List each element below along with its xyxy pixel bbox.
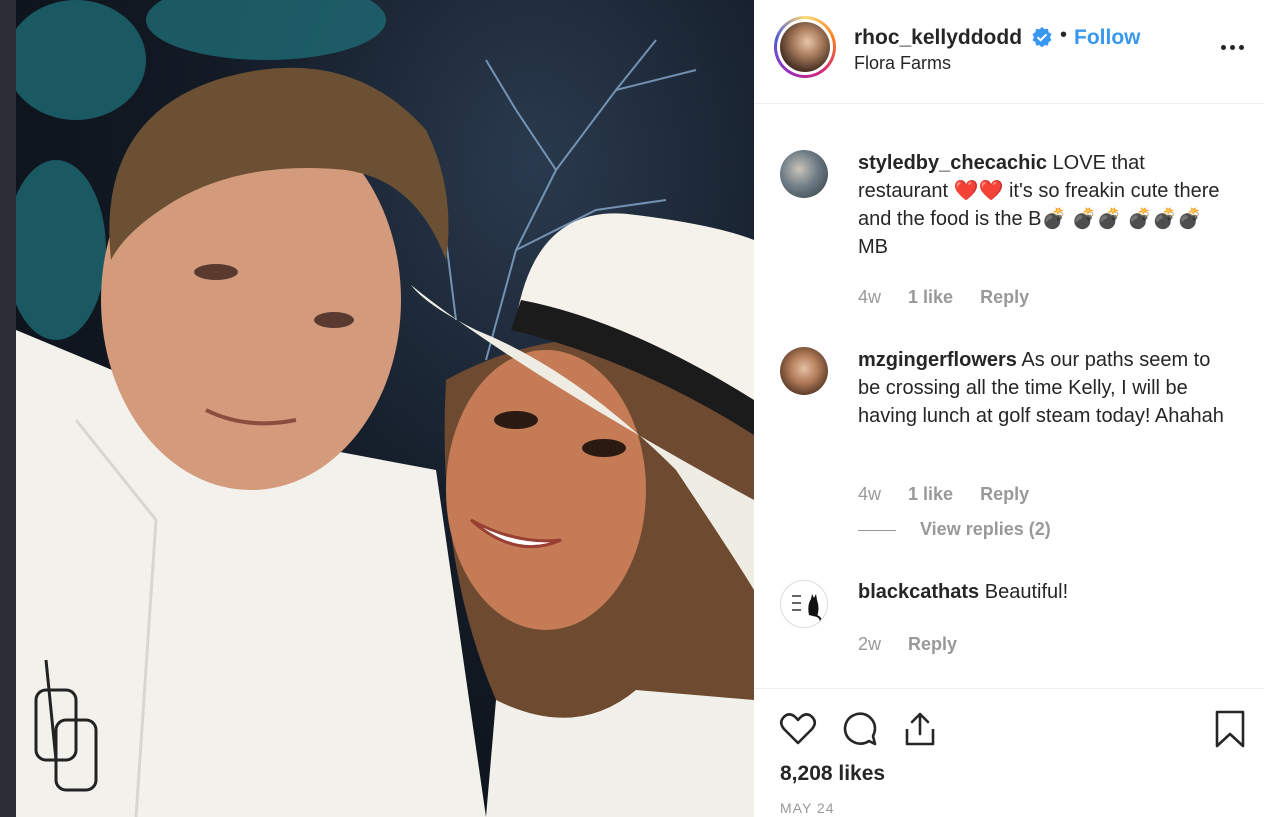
reply-button[interactable]: Reply — [908, 634, 957, 654]
comment-likes[interactable]: 1 like — [908, 287, 953, 307]
black-cat-logo-icon — [792, 594, 822, 625]
post-photo[interactable] — [16, 0, 754, 817]
commenter-avatar[interactable] — [780, 150, 828, 198]
post-date[interactable]: MAY 24 — [780, 800, 835, 816]
share-icon[interactable] — [900, 709, 940, 749]
comment-meta: 2w Reply — [858, 634, 979, 655]
view-replies-button[interactable]: View replies (2) — [858, 519, 1051, 540]
comments-list[interactable]: styledby_checachic LOVE that restaurant … — [754, 104, 1264, 688]
comment-meta: 4w 1 like Reply — [858, 484, 1051, 505]
comment-text: styledby_checachic LOVE that restaurant … — [858, 149, 1230, 261]
post-side-panel: rhoc_kellyddodd • Follow Flora Farms sty… — [754, 0, 1264, 817]
comment-username[interactable]: blackcathats — [858, 581, 979, 603]
likes-count[interactable]: 8,208 likes — [780, 762, 885, 786]
comment-age[interactable]: 4w — [858, 484, 881, 504]
author-avatar[interactable] — [774, 16, 836, 78]
follow-button[interactable]: Follow — [1074, 26, 1141, 50]
comment-age[interactable]: 2w — [858, 634, 881, 654]
comment-text: mzgingerflowers As our paths seem to be … — [858, 346, 1230, 430]
reply-button[interactable]: Reply — [980, 484, 1029, 504]
commenter-avatar[interactable] — [780, 347, 828, 395]
comment-age[interactable]: 4w — [858, 287, 881, 307]
post-photo-illustration — [16, 0, 754, 817]
comment-text: blackcathats Beautiful! — [858, 578, 1230, 606]
commenter-avatar[interactable] — [780, 580, 828, 628]
replies-divider — [858, 529, 896, 531]
comment-icon[interactable] — [840, 709, 880, 749]
reply-button[interactable]: Reply — [980, 287, 1029, 307]
left-gutter — [0, 0, 16, 817]
heart-icon[interactable] — [778, 709, 818, 749]
author-username[interactable]: rhoc_kellyddodd — [854, 26, 1022, 50]
comment-likes[interactable]: 1 like — [908, 484, 953, 504]
post-actions: 8,208 likes MAY 24 — [754, 688, 1264, 817]
comment-body: Beautiful! — [984, 581, 1069, 603]
post-header: rhoc_kellyddodd • Follow Flora Farms — [754, 0, 1264, 104]
right-edge — [1264, 0, 1280, 817]
separator-dot: • — [1060, 24, 1068, 46]
view-replies-label: View replies (2) — [920, 519, 1051, 539]
post-location[interactable]: Flora Farms — [854, 53, 951, 74]
bookmark-icon[interactable] — [1210, 709, 1250, 749]
comment-meta: 4w 1 like Reply — [858, 287, 1051, 308]
more-icon[interactable] — [1219, 34, 1247, 62]
comment-username[interactable]: styledby_checachic — [858, 152, 1047, 174]
comment-username[interactable]: mzgingerflowers — [858, 349, 1017, 371]
verified-icon — [1032, 27, 1052, 47]
